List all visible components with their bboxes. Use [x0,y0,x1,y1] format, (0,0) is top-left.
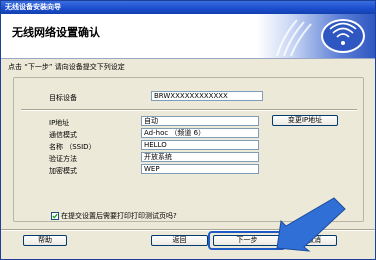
arrow-pointer-icon [276,197,346,252]
installer-window: 无线设备安装向导 无线网络设置确认 点击 “下一步” 请向设备提交下列设定 目标… [0,0,376,260]
